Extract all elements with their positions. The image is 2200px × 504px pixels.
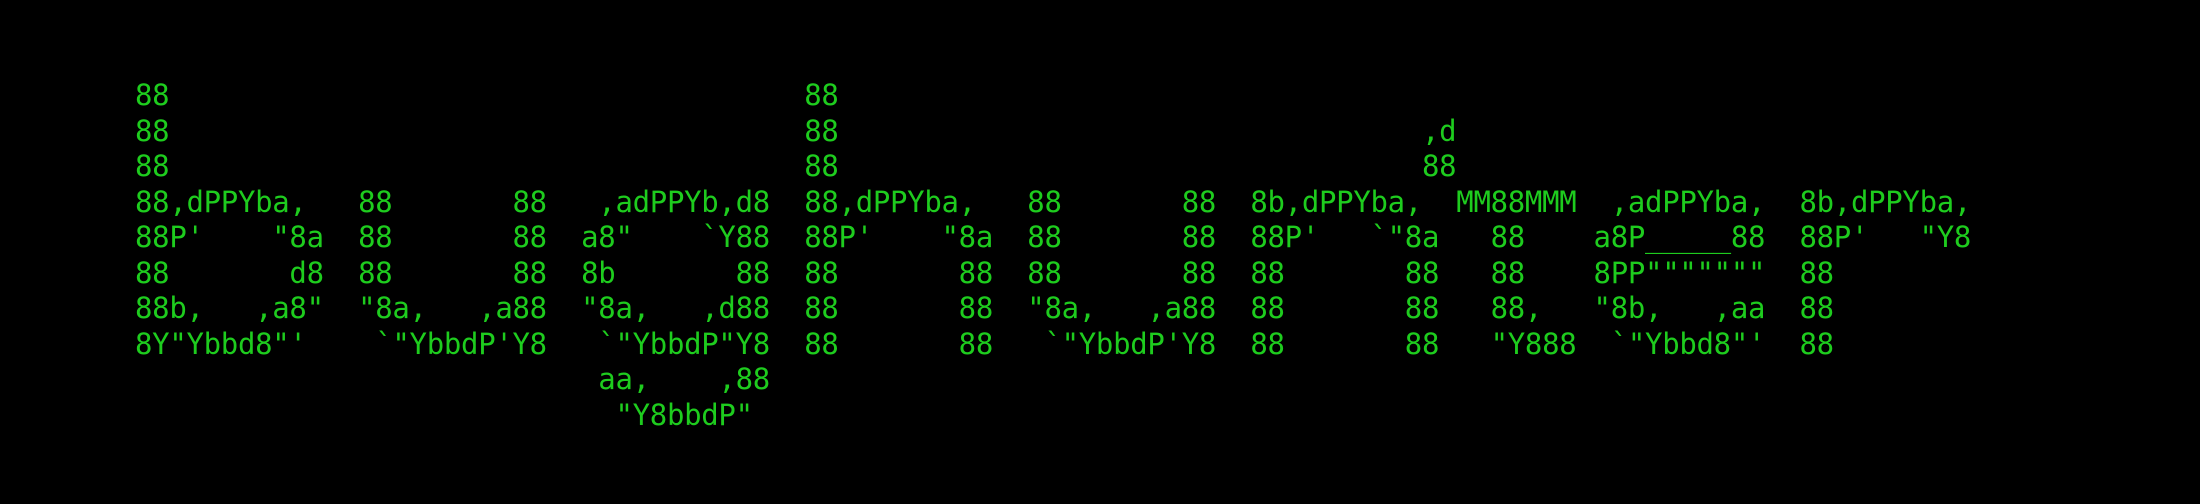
banner-line: 8Y"Ybbd8"' `"YbbdP'Y8 `"YbbdP"Y8 88 88 `…: [135, 326, 1834, 361]
banner-line: aa, ,88: [135, 362, 770, 396]
ascii-art-banner: 88 88 88 88 ,d 88 88 88 88,dPPYba, 88 88…: [135, 78, 1971, 433]
banner-line: 88 d8 88 88 8b 88 88 88 88 88 88 88 88 8…: [135, 255, 1834, 290]
banner-line: 88,dPPYba, 88 88 ,adPPYb,d8 88,dPPYba, 8…: [135, 184, 1972, 219]
banner-line: 88P' "8a 88 88 a8" `Y88 88P' "8a 88 88 8…: [135, 220, 1972, 254]
banner-line: 88 88 88: [135, 149, 1457, 183]
banner-line: 88 88: [135, 78, 839, 112]
banner-line: 88 88 ,d: [135, 113, 1457, 148]
terminal-window: 88 88 88 88 ,d 88 88 88 88,dPPYba, 88 88…: [0, 0, 2200, 504]
banner-line: "Y8bbdP": [135, 397, 753, 432]
banner-line: 88b, ,a8" "8a, ,a88 "8a, ,d88 88 88 "8a,…: [135, 291, 1834, 325]
